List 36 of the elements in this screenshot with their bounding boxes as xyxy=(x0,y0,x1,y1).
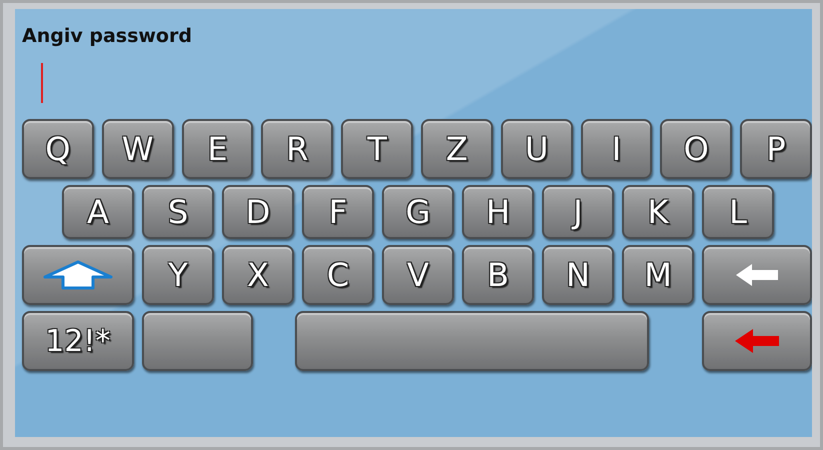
key[interactable]: O xyxy=(660,119,732,179)
key[interactable]: A xyxy=(62,185,134,239)
key[interactable]: S xyxy=(142,185,214,239)
enter-key[interactable] xyxy=(702,311,812,371)
key[interactable]: U xyxy=(500,119,573,179)
key[interactable]: P xyxy=(740,119,812,179)
dialog-title: Angiv password xyxy=(22,25,192,47)
key[interactable]: K xyxy=(622,185,694,239)
key[interactable]: F xyxy=(302,185,374,239)
key[interactable]: T xyxy=(341,119,413,179)
key[interactable]: V xyxy=(382,245,454,305)
left-arrow-icon xyxy=(734,262,780,288)
key[interactable]: R xyxy=(261,119,334,179)
key[interactable]: N xyxy=(542,245,614,305)
left-arrow-icon xyxy=(733,327,782,355)
key[interactable]: Y xyxy=(142,245,214,305)
key[interactable]: C xyxy=(302,245,374,305)
key[interactable]: Z xyxy=(420,119,493,179)
key[interactable]: W xyxy=(102,119,174,179)
key[interactable]: X xyxy=(222,245,294,305)
backspace-key[interactable] xyxy=(702,245,812,305)
space-key[interactable] xyxy=(295,311,650,371)
mode-key[interactable]: 12!* xyxy=(22,311,134,371)
blank-key[interactable] xyxy=(142,311,254,371)
key[interactable]: L xyxy=(702,185,774,239)
key[interactable]: B xyxy=(462,245,534,305)
shift-key[interactable] xyxy=(22,245,134,305)
key[interactable]: J xyxy=(542,185,614,239)
key[interactable]: M xyxy=(622,245,694,305)
key[interactable]: I xyxy=(580,119,652,179)
key[interactable]: Q xyxy=(22,119,94,179)
key[interactable]: H xyxy=(462,185,534,239)
up-arrow-icon xyxy=(41,260,115,290)
key[interactable]: D xyxy=(222,185,294,239)
key[interactable]: G xyxy=(382,185,454,239)
key[interactable]: E xyxy=(182,119,254,179)
